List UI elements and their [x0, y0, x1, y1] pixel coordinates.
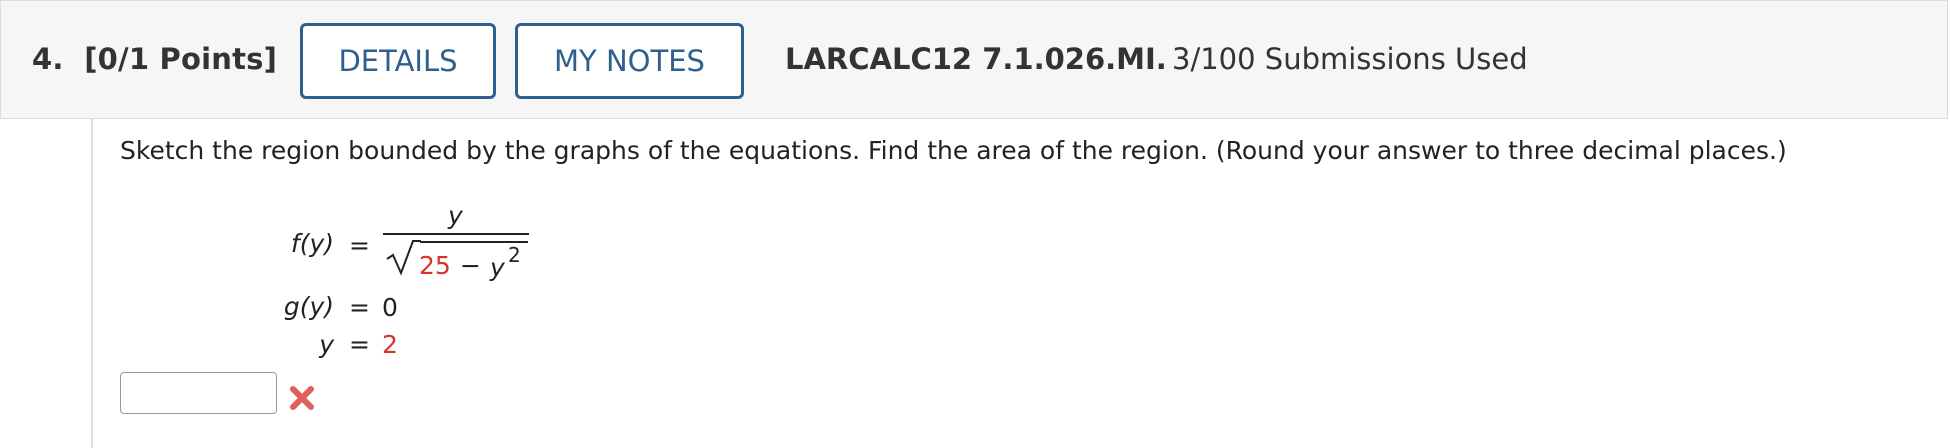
submissions-used: 3/100 Submissions Used [1172, 42, 1528, 76]
f-equals: = [349, 231, 370, 260]
question-number-label: 4. [32, 42, 64, 76]
answer-input[interactable] [120, 372, 277, 414]
points-label: [0/1 Points] [84, 42, 278, 76]
fraction-bar [383, 233, 529, 235]
f-denominator-variable: y [490, 253, 505, 282]
question-code: LARCALC12 7.1.026.MI. [785, 42, 1167, 76]
details-button[interactable]: DETAILS [300, 23, 496, 99]
sqrt-symbol [386, 240, 421, 276]
f-denominator-constant: 25 [419, 251, 451, 280]
incorrect-x-icon [290, 386, 314, 410]
g-rhs: 0 [382, 293, 398, 322]
f-numerator: y [448, 201, 463, 230]
y-rhs: 2 [382, 330, 398, 359]
g-equals: = [349, 293, 370, 322]
question-number: 4. [0/1 Points] [32, 42, 277, 76]
y-equals: = [349, 330, 370, 359]
my-notes-button[interactable]: MY NOTES [515, 23, 744, 99]
problem-prompt: Sketch the region bounded by the graphs … [120, 136, 1787, 165]
g-lhs: g(y) [283, 292, 334, 321]
y-lhs: y [319, 330, 334, 359]
f-lhs: f(y) [290, 229, 334, 258]
f-denominator-minus: − [460, 251, 481, 280]
question-body [91, 119, 1950, 448]
f-denominator-exponent: 2 [508, 243, 521, 267]
